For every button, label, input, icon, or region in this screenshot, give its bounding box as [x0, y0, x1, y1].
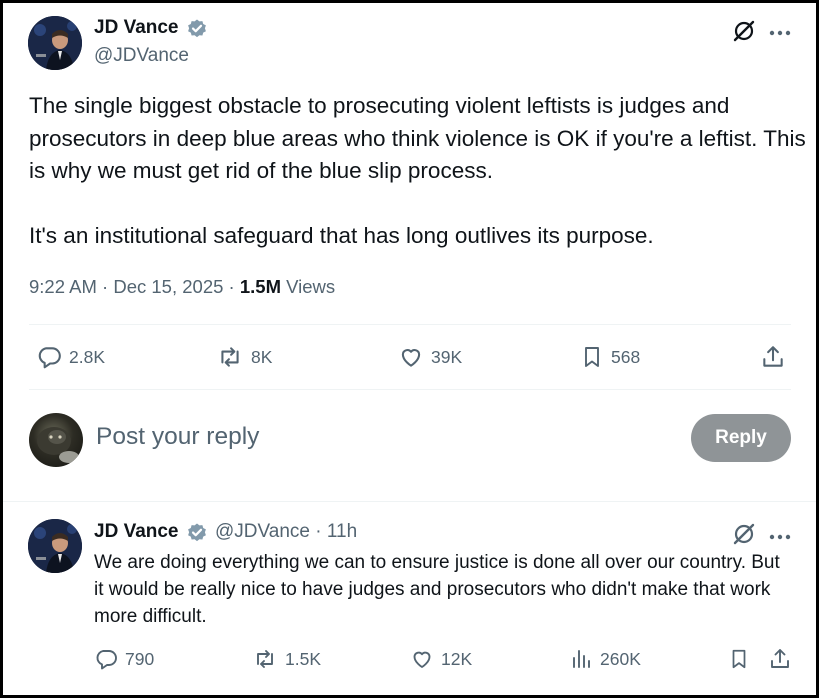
divider	[29, 324, 791, 325]
views-button[interactable]: 260K	[569, 647, 641, 671]
repost-button[interactable]: 1.5K	[252, 647, 321, 671]
reply-age[interactable]: 11h	[327, 521, 357, 542]
verified-badge-icon	[186, 18, 208, 45]
repost-icon	[252, 647, 278, 671]
more-icon[interactable]	[769, 25, 791, 36]
repost-icon	[216, 344, 244, 370]
reply-author-avatar[interactable]	[28, 519, 82, 573]
reply-count: 790	[125, 648, 155, 669]
views-count: 1.5M	[239, 276, 281, 297]
share-icon	[760, 344, 786, 370]
reply-button[interactable]: 790	[94, 647, 154, 671]
repost-button[interactable]: 8K	[216, 344, 272, 370]
tweet-paragraph: The single biggest obstacle to prosecuti…	[29, 93, 806, 183]
grok-icon[interactable]	[732, 522, 756, 551]
share-button[interactable]	[768, 647, 792, 671]
bookmark-button[interactable]	[728, 647, 750, 671]
tweet-time[interactable]: 9:22 AM	[29, 276, 97, 297]
author-avatar[interactable]	[28, 16, 82, 70]
like-button[interactable]: 39K	[398, 344, 462, 370]
bookmark-icon	[728, 647, 750, 671]
meta-separator: ·	[228, 276, 235, 297]
bookmark-count: 568	[611, 346, 641, 367]
like-icon	[398, 344, 424, 370]
tweet-meta: 9:22 AM · Dec 15, 2025 · 1.5M Views	[29, 276, 335, 298]
like-icon	[410, 647, 434, 671]
tweet-date[interactable]: Dec 15, 2025	[113, 276, 223, 297]
more-icon[interactable]	[769, 529, 791, 540]
reply-icon	[94, 647, 118, 671]
reply-author-meta: @JDVance · 11h	[215, 521, 357, 543]
reply-count: 2.8K	[69, 346, 105, 367]
verified-badge-icon	[186, 522, 208, 549]
grok-icon[interactable]	[732, 19, 756, 48]
share-icon	[768, 647, 792, 671]
author-handle[interactable]: @JDVance	[94, 45, 189, 67]
reply-author-name[interactable]: JD Vance	[94, 521, 179, 543]
reply-tweet-text: We are doing everything we can to ensure…	[94, 552, 780, 627]
meta-separator: ·	[102, 276, 109, 297]
tweet-text: The single biggest obstacle to prosecuti…	[29, 90, 809, 253]
meta-separator: ·	[315, 521, 322, 542]
author-name[interactable]: JD Vance	[94, 17, 179, 39]
like-button[interactable]: 12K	[410, 647, 472, 671]
thread-separator	[3, 501, 816, 502]
share-button[interactable]	[760, 344, 786, 370]
user-avatar[interactable]	[29, 413, 83, 467]
views-label: Views	[286, 276, 336, 297]
views-count: 260K	[600, 648, 641, 669]
tweet-paragraph: It's an institutional safeguard that has…	[29, 223, 654, 248]
divider	[29, 389, 791, 390]
like-count: 39K	[431, 346, 463, 367]
reply-input[interactable]: Post your reply	[96, 423, 259, 451]
bookmark-icon	[580, 344, 604, 370]
like-count: 12K	[441, 648, 473, 669]
repost-count: 1.5K	[285, 648, 321, 669]
repost-count: 8K	[251, 346, 273, 367]
reply-submit-button[interactable]: Reply	[691, 414, 791, 462]
reply-button[interactable]: 2.8K	[36, 344, 105, 370]
reply-author-handle[interactable]: @JDVance	[215, 521, 310, 542]
bookmark-button[interactable]: 568	[580, 344, 640, 370]
views-icon	[569, 647, 593, 671]
reply-icon	[36, 344, 62, 370]
